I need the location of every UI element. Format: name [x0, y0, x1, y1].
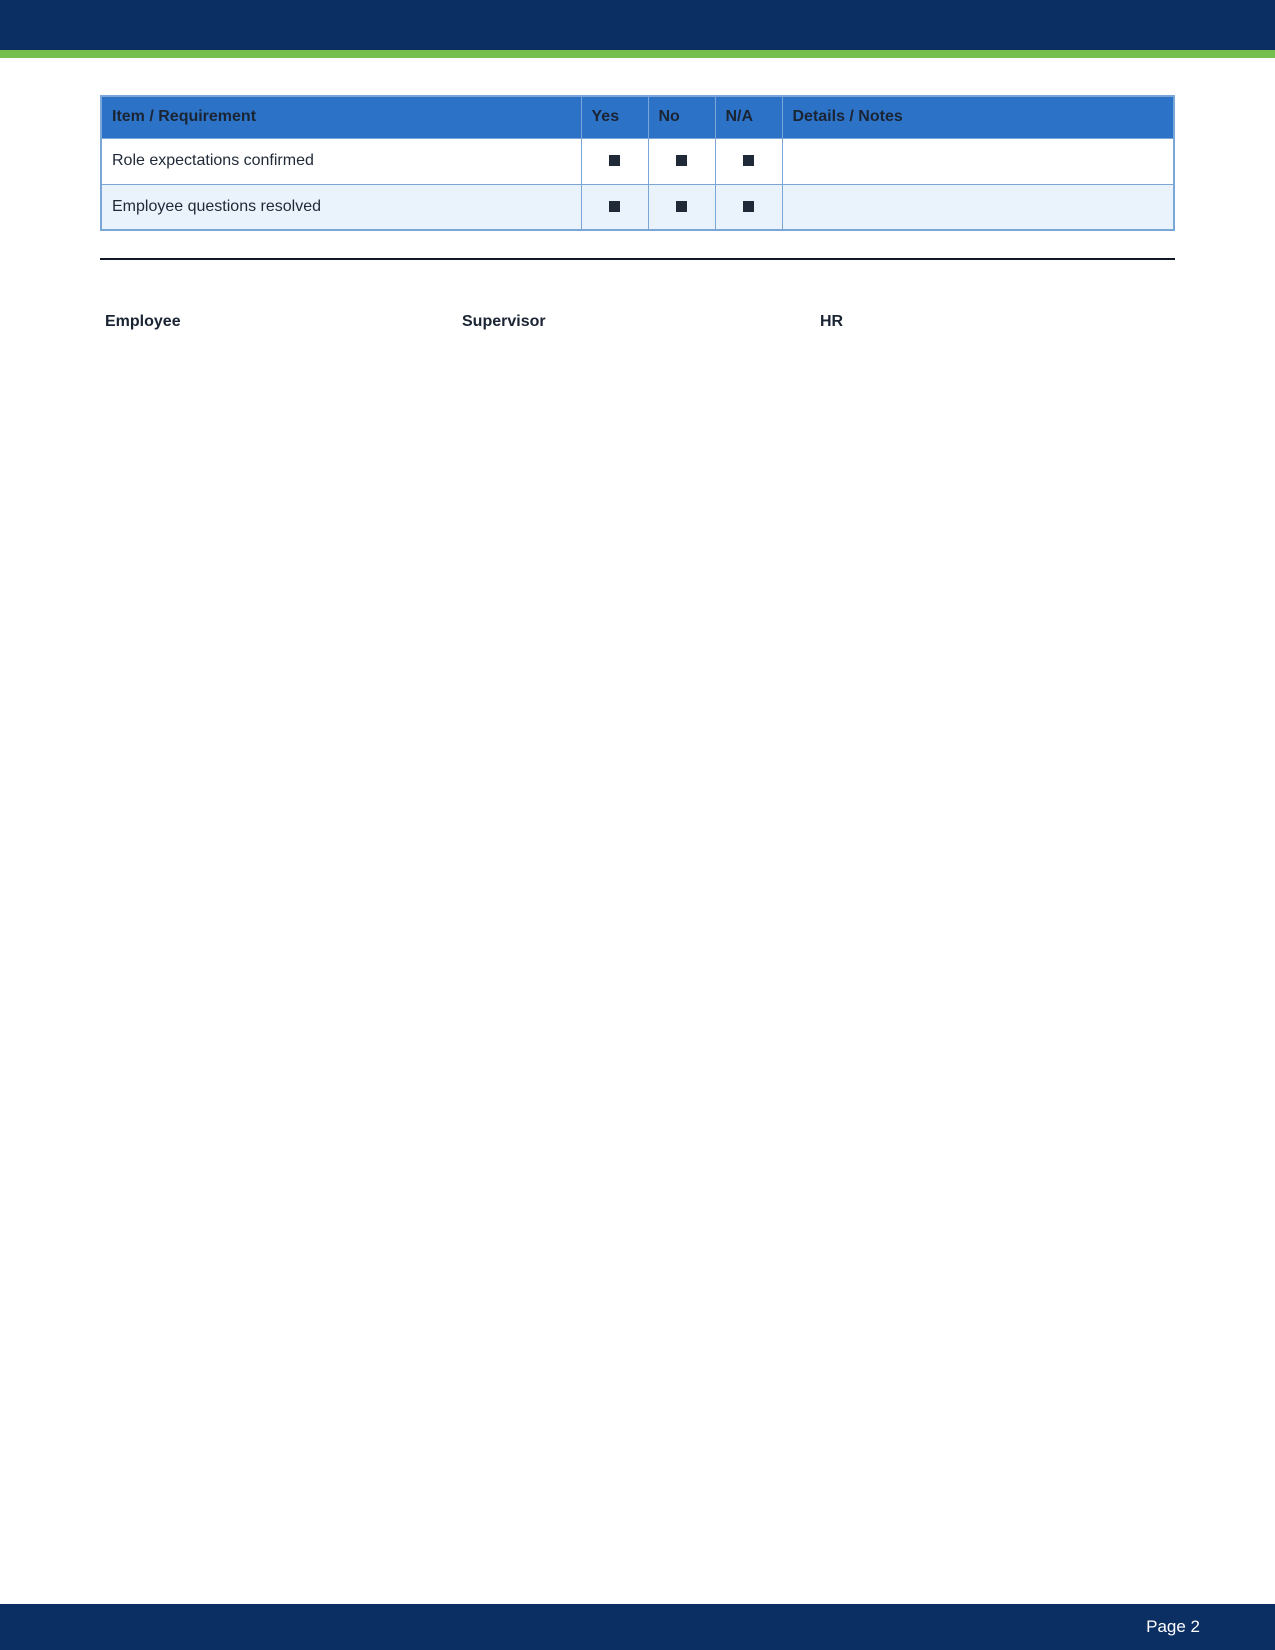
column-header-yes: Yes	[580, 95, 649, 139]
checkbox-square-icon	[676, 201, 687, 213]
column-header-no: No	[647, 95, 716, 139]
employee-signature-label: Employee	[105, 313, 181, 330]
na-checkbox[interactable]	[714, 137, 783, 185]
hr-signature-label: HR	[820, 313, 844, 330]
column-header-na: N/A	[714, 95, 783, 139]
no-checkbox[interactable]	[647, 183, 716, 231]
no-checkbox[interactable]	[647, 137, 716, 185]
notes-cell[interactable]	[781, 183, 1175, 231]
table-header-row: Item / Requirement Yes No N/A Details / …	[100, 95, 1175, 139]
yes-checkbox[interactable]	[580, 183, 649, 231]
page-number: Page 2	[1146, 1617, 1200, 1636]
checkbox-square-icon	[609, 201, 620, 213]
header-bar	[0, 0, 1275, 50]
checklist-table: Item / Requirement Yes No N/A Details / …	[100, 95, 1175, 231]
column-header-item: Item / Requirement	[100, 95, 582, 139]
na-checkbox[interactable]	[714, 183, 783, 231]
item-cell: Role expectations confirmed	[100, 137, 582, 185]
section-divider	[100, 258, 1175, 260]
footer-bar: Page 2	[0, 1604, 1275, 1650]
checkbox-square-icon	[743, 155, 754, 167]
item-cell: Employee questions resolved	[100, 183, 582, 231]
notes-cell[interactable]	[781, 137, 1175, 185]
header-accent-stripe	[0, 50, 1275, 58]
table-row: Employee questions resolved	[100, 183, 1175, 231]
checkbox-square-icon	[609, 155, 620, 167]
checkbox-square-icon	[743, 201, 754, 213]
checkbox-square-icon	[676, 155, 687, 167]
table-row: Role expectations confirmed	[100, 137, 1175, 185]
yes-checkbox[interactable]	[580, 137, 649, 185]
column-header-notes: Details / Notes	[781, 95, 1175, 139]
supervisor-signature-label: Supervisor	[462, 313, 546, 330]
